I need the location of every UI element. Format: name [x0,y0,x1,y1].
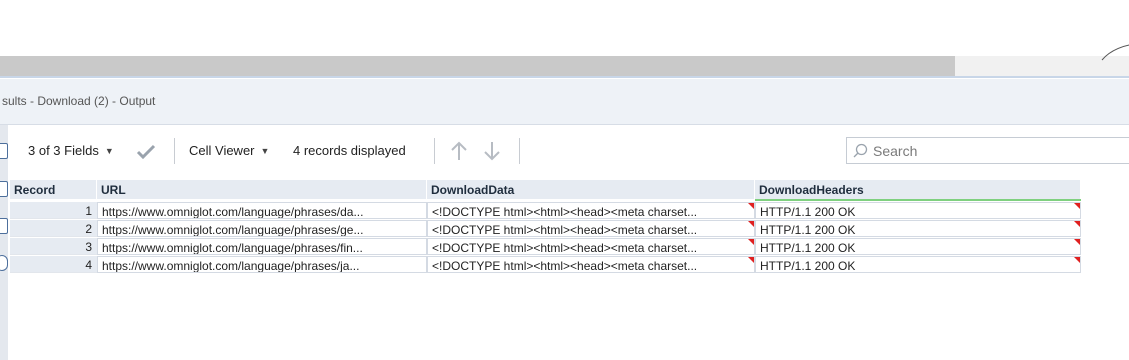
caret-down-icon: ▼ [260,146,270,156]
table-cell-url[interactable]: https://www.omniglot.com/language/phrase… [97,202,427,219]
fields-selector[interactable]: 3 of 3 Fields ▼ [28,143,114,158]
rail-grip-icon[interactable] [0,143,8,159]
results-title-bar [0,78,1129,124]
record-number: 4 [10,256,97,273]
toolbar-separator [434,138,435,164]
truncated-flag-icon [748,257,754,263]
fields-selector-label: 3 of 3 Fields [28,143,99,158]
table-cell-downloadheaders[interactable]: HTTP/1.1 200 OK [755,202,1081,219]
truncated-flag-icon [1074,239,1080,245]
table-cell-url[interactable]: https://www.omniglot.com/language/phrase… [97,238,427,255]
cell-text: HTTP/1.1 200 OK [760,205,856,219]
truncated-flag-icon [1074,221,1080,227]
left-rail [0,125,8,360]
truncated-flag-icon [748,221,754,227]
column-header-downloaddata[interactable]: DownloadData [427,180,755,199]
search-input[interactable] [873,141,1123,161]
column-header-underline [755,199,1081,201]
table-cell-url[interactable]: https://www.omniglot.com/language/phrase… [97,220,427,237]
truncated-flag-icon [1074,203,1080,209]
cell-text: <!DOCTYPE html><html><head><meta charset… [432,205,698,219]
table-cell-downloadheaders[interactable]: HTTP/1.1 200 OK [755,238,1081,255]
cell-text: HTTP/1.1 200 OK [760,259,856,273]
table-cell-downloadheaders[interactable]: HTTP/1.1 200 OK [755,220,1081,237]
column-header-downloadheaders[interactable]: DownloadHeaders [755,180,1081,199]
record-number: 1 [10,202,97,219]
rail-code-icon[interactable] [0,218,8,234]
table-cell-downloaddata[interactable]: <!DOCTYPE html><html><head><meta charset… [427,238,755,255]
search-box[interactable] [846,137,1129,164]
title-separator [0,124,1129,125]
arrow-up-icon[interactable] [449,140,469,162]
top-panel-strip [0,56,955,76]
table-cell-downloadheaders[interactable]: HTTP/1.1 200 OK [755,256,1081,273]
table-cell-downloaddata[interactable]: <!DOCTYPE html><html><head><meta charset… [427,220,755,237]
cell-viewer-label: Cell Viewer [189,143,255,158]
cell-text: HTTP/1.1 200 OK [760,241,856,255]
truncated-flag-icon [748,203,754,209]
table-cell-downloaddata[interactable]: <!DOCTYPE html><html><head><meta charset… [427,256,755,273]
record-number: 2 [10,220,97,237]
search-icon [853,143,868,158]
toolbar-separator [519,138,520,164]
toolbar-separator [174,138,175,164]
caret-down-icon: ▼ [104,146,114,156]
truncated-flag-icon [1074,257,1080,263]
checkmark-icon[interactable] [136,144,156,160]
results-window-title: sults - Download (2) - Output [2,94,156,108]
cell-viewer-dropdown[interactable]: Cell Viewer ▼ [189,143,269,158]
table-cell-downloaddata[interactable]: <!DOCTYPE html><html><head><meta charset… [427,202,755,219]
cell-text: <!DOCTYPE html><html><head><meta charset… [432,223,698,237]
cell-text: HTTP/1.1 200 OK [760,223,856,237]
arrow-down-icon[interactable] [482,140,502,162]
cell-text: <!DOCTYPE html><html><head><meta charset… [432,241,698,255]
column-header-url[interactable]: URL [97,180,427,199]
table-cell-url[interactable]: https://www.omniglot.com/language/phrase… [97,256,427,273]
cell-text: <!DOCTYPE html><html><head><meta charset… [432,259,698,273]
truncated-flag-icon [748,239,754,245]
rail-info-icon[interactable] [0,255,8,271]
records-count: 4 records displayed [293,143,406,158]
record-number: 3 [10,238,97,255]
column-header-record[interactable]: Record [10,180,97,199]
rail-table-icon[interactable] [0,181,8,197]
